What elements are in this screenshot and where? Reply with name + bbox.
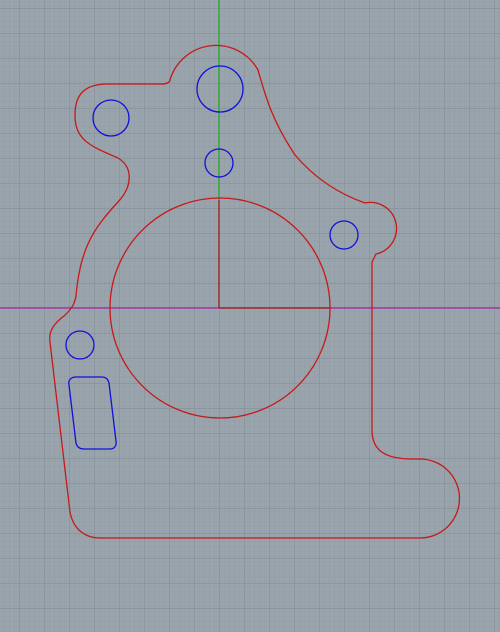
cad-canvas[interactable] (0, 0, 500, 632)
cad-viewport[interactable] (0, 0, 500, 632)
